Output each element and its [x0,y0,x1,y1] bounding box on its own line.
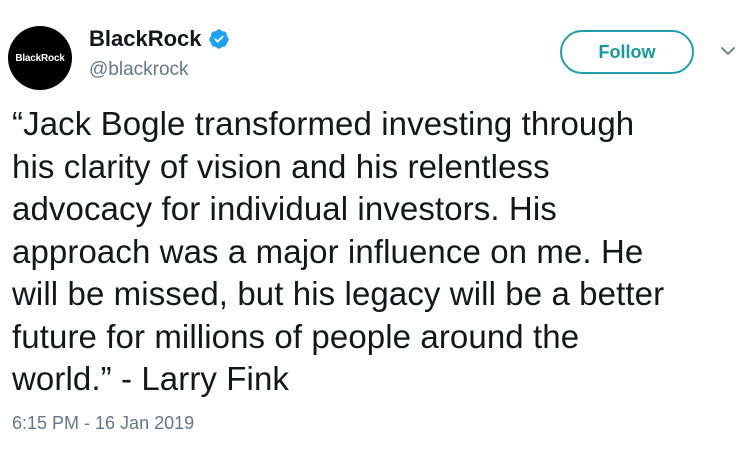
tweet-card: BlackRock BlackRock @blackrock Follow “J… [0,0,750,449]
chevron-down-icon[interactable] [720,43,736,59]
avatar[interactable]: BlackRock [8,26,72,90]
account-handle[interactable]: @blackrock [89,57,189,83]
verified-badge-icon [208,28,230,50]
follow-button[interactable]: Follow [560,30,694,74]
avatar-logo-text: BlackRock [15,52,65,64]
tweet-text: “Jack Bogle transformed investing throug… [12,105,665,397]
account-name-row: BlackRock [89,24,230,54]
display-name[interactable]: BlackRock [89,24,202,54]
tweet-timestamp[interactable]: 6:15 PM - 16 Jan 2019 [12,411,194,435]
